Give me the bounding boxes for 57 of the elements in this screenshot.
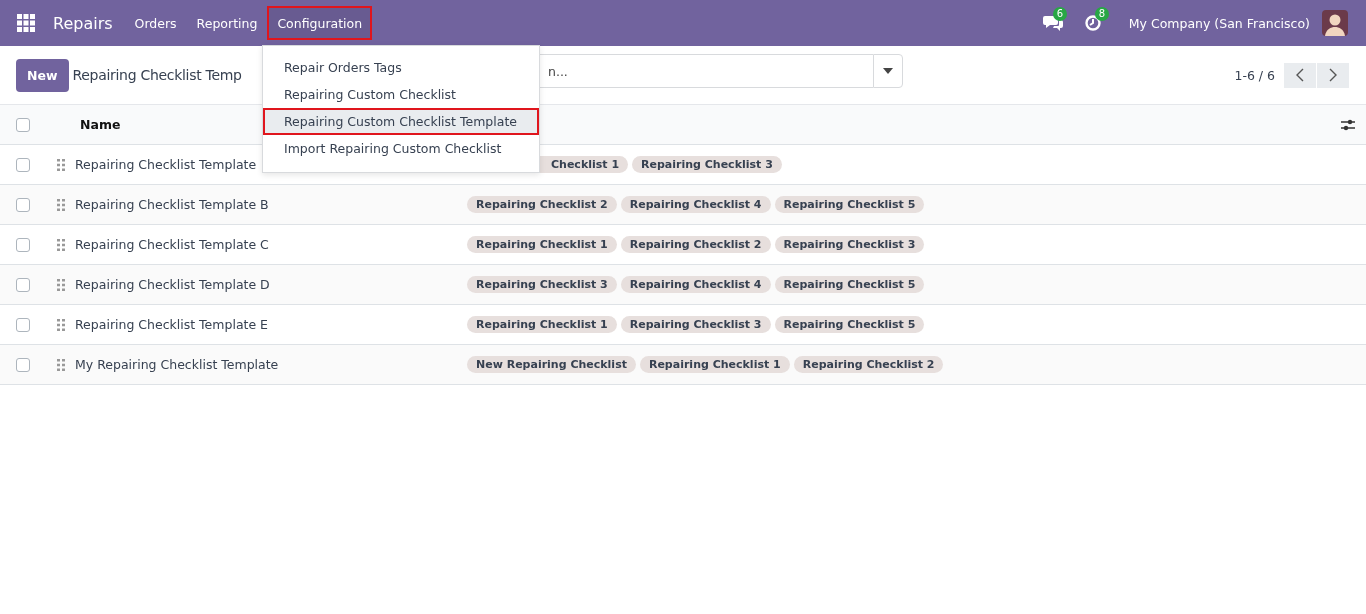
name-cell-text: Repairing Checklist Template D bbox=[75, 277, 271, 292]
app-name[interactable]: Repairs bbox=[47, 13, 119, 33]
activity-count-badge: 8 bbox=[1094, 7, 1110, 21]
checklist-tag: Repairing Checklist 2 bbox=[793, 356, 944, 373]
menu-item[interactable]: Configuration bbox=[267, 6, 373, 40]
row-checkbox[interactable] bbox=[16, 197, 30, 212]
menu-item[interactable]: Reporting bbox=[186, 6, 268, 40]
checklist-tag: Repairing Checklist 3 bbox=[620, 316, 771, 333]
checklist-tag: Repairing Checklist 4 bbox=[620, 276, 771, 293]
checklist-tag: New Repairing Checklist bbox=[467, 356, 636, 373]
name-cell-text: Repairing Checklist Template B bbox=[75, 197, 270, 212]
search-options-toggle[interactable] bbox=[873, 54, 903, 88]
previous-page-button[interactable] bbox=[1284, 62, 1316, 88]
drag-handle-icon[interactable] bbox=[57, 318, 65, 331]
checklist-tag: Repairing Checklist 3 bbox=[632, 156, 782, 173]
new-button[interactable]: New bbox=[16, 58, 69, 92]
checklist-tag: Repairing Checklist 1 bbox=[467, 316, 617, 333]
drag-handle-icon[interactable] bbox=[57, 278, 65, 291]
checklist-tag: Repairing Checklist 5 bbox=[774, 196, 925, 213]
row-checkbox[interactable] bbox=[16, 357, 30, 372]
checklist-tag: Repairing Checklist 3 bbox=[774, 236, 925, 253]
column-header[interactable]: Name bbox=[80, 117, 121, 132]
menu-item[interactable]: Orders bbox=[124, 6, 187, 40]
clock-icon[interactable] bbox=[1084, 15, 1101, 31]
row-checkbox[interactable] bbox=[16, 277, 30, 292]
checklist-tag: Repairing Checklist 5 bbox=[774, 276, 925, 293]
select-all-checkbox[interactable] bbox=[16, 117, 30, 132]
chevron-right-icon bbox=[1329, 68, 1337, 82]
company-switcher[interactable]: My Company (San Francisco) bbox=[1128, 15, 1310, 31]
name-cell-text: Repairing Checklist Template E bbox=[75, 317, 270, 332]
checklist-tag: Repairing Checklist 4 bbox=[620, 196, 771, 213]
checklist-tag: Repairing Checklist 5 bbox=[774, 316, 925, 333]
pager-value: 1-6 / 6 bbox=[1234, 67, 1275, 83]
checklist-tag: Repairing Checklist 2 bbox=[620, 236, 771, 253]
checklist-tag: Repairing Checklist 1 bbox=[467, 236, 617, 253]
caret-icon bbox=[883, 68, 893, 74]
name-cell-text: My Repairing Checklist Template bbox=[75, 357, 280, 372]
row-checkbox[interactable] bbox=[16, 157, 30, 172]
row-checkbox[interactable] bbox=[16, 237, 30, 252]
drag-handle-icon[interactable] bbox=[57, 358, 65, 371]
name-cell-text: Repairing Checklist Template bbox=[75, 157, 258, 172]
checklist-tag: Repairing Checklist 1 bbox=[639, 356, 790, 373]
drag-handle-icon[interactable] bbox=[57, 238, 65, 251]
drag-handle-icon[interactable] bbox=[57, 158, 65, 171]
drag-handle-icon[interactable] bbox=[57, 198, 65, 211]
message-count-badge: 6 bbox=[1052, 7, 1068, 21]
chevron-left-icon bbox=[1296, 68, 1304, 82]
row-checkbox[interactable] bbox=[16, 317, 30, 332]
breadcrumb-title: Repairing Checklist Temp bbox=[72, 67, 242, 83]
checklist-tag: Repairing Checklist 3 bbox=[467, 276, 617, 293]
checklist-tag: Repairing Checklist 2 bbox=[467, 196, 617, 213]
dropdown-menu-item[interactable]: Repairing Custom Checklist Template bbox=[263, 108, 539, 135]
user-avatar[interactable] bbox=[1322, 10, 1348, 36]
name-cell-text: Repairing Checklist Template C bbox=[75, 237, 270, 252]
next-page-button[interactable] bbox=[1317, 62, 1349, 88]
settings-sliders-icon[interactable] bbox=[1341, 117, 1355, 132]
apps-grid-icon[interactable] bbox=[17, 14, 35, 32]
